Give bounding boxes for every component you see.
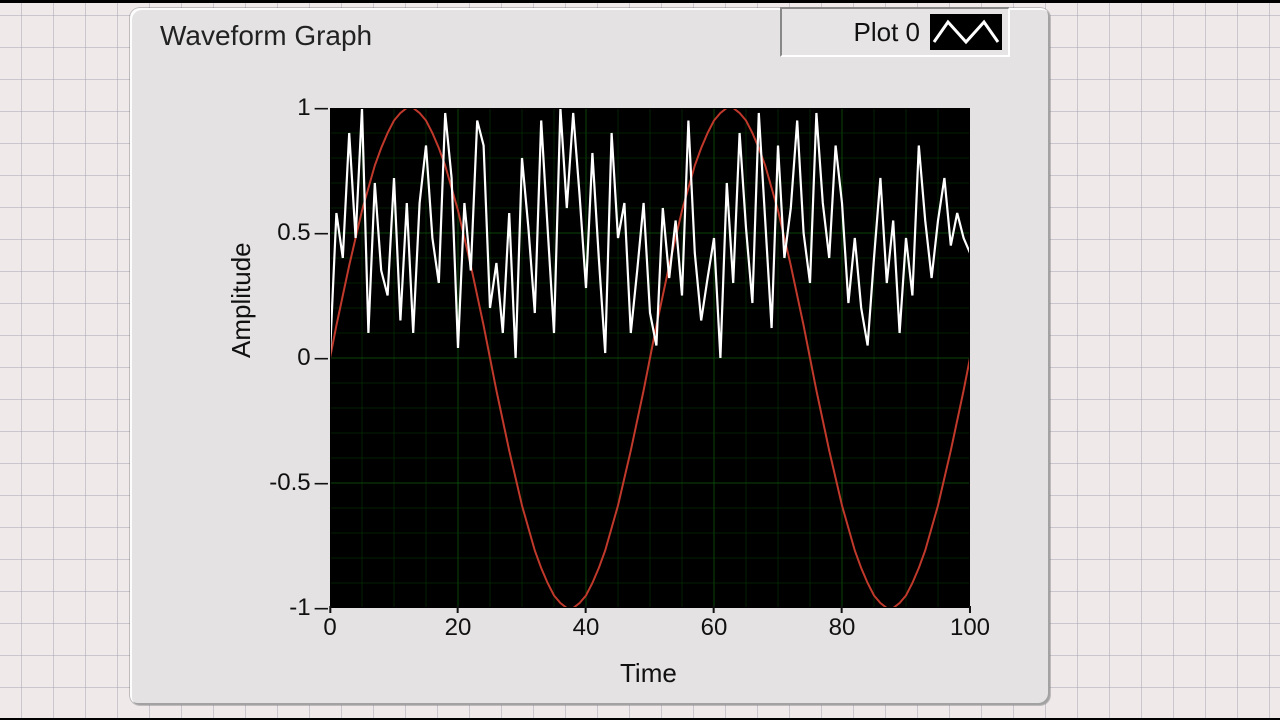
y-tick: 0–: [297, 344, 328, 372]
plot-wrap: [330, 108, 970, 608]
x-tick: 40: [573, 614, 600, 642]
plot-canvas: [330, 108, 970, 608]
y-tick: -0.5–: [269, 469, 328, 497]
legend-swatch: [930, 14, 1002, 50]
plot-area[interactable]: [330, 108, 970, 608]
x-tick: 100: [950, 614, 990, 642]
legend-label: Plot 0: [854, 17, 921, 48]
x-tick: 60: [701, 614, 728, 642]
waveform-graph-panel: Waveform Graph Amplitude Time -1–-0.5–0–…: [130, 8, 1050, 705]
x-axis-label: Time: [620, 658, 677, 689]
letterbox-top: [0, 0, 1280, 3]
grid-background: Waveform Graph Amplitude Time -1–-0.5–0–…: [0, 0, 1280, 720]
x-tick: 0: [323, 614, 336, 642]
legend-line-icon: [930, 14, 1002, 50]
y-axis-ticks: -1–-0.5–0–0.5–1–: [250, 108, 328, 608]
y-tick: 1–: [297, 94, 328, 122]
x-tick: 20: [445, 614, 472, 642]
x-axis-ticks: 020406080100: [330, 614, 970, 654]
y-tick: -1–: [289, 594, 328, 622]
plot-legend[interactable]: Plot 0: [780, 7, 1010, 57]
panel-title: Waveform Graph: [160, 20, 372, 52]
x-tick: 80: [829, 614, 856, 642]
y-tick: 0.5–: [277, 219, 328, 247]
